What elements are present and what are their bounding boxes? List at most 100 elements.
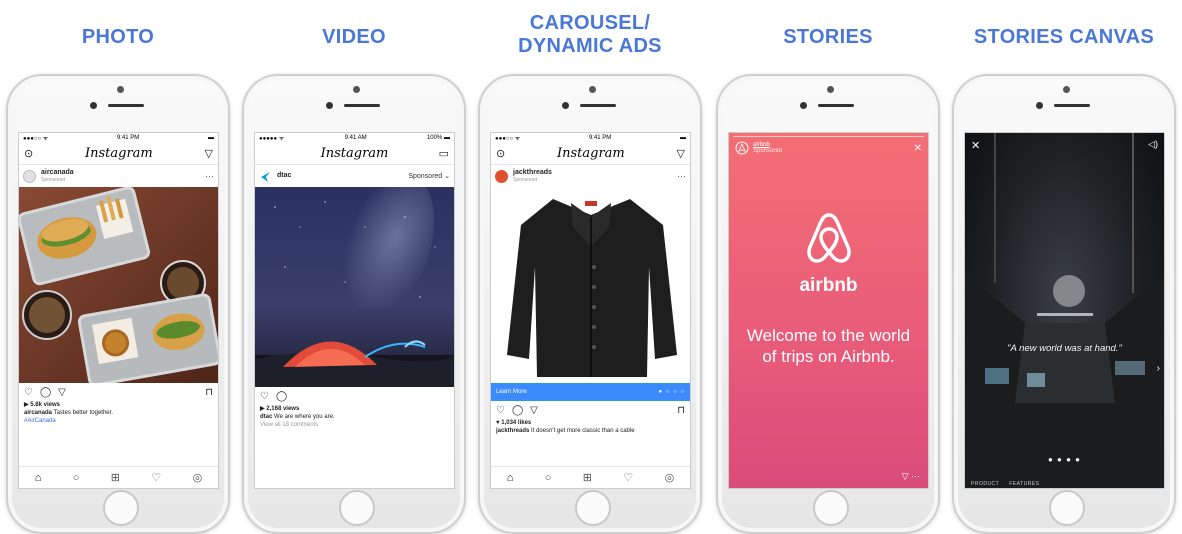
features-tab[interactable]: FEATURES xyxy=(1009,481,1039,487)
speaker xyxy=(1054,104,1090,107)
profile-icon[interactable]: ◎ xyxy=(665,471,675,484)
caption-username[interactable]: jackthreads xyxy=(496,428,529,434)
more-icon[interactable]: ··· xyxy=(205,171,214,181)
sponsored-label[interactable]: Sponsored ⌄ xyxy=(408,172,450,180)
canvas-labels: PRODUCT FEATURES xyxy=(971,481,1040,487)
airbnb-avatar-icon[interactable] xyxy=(735,141,749,155)
avatar[interactable] xyxy=(23,169,36,183)
battery-indicator: ▬ xyxy=(680,135,686,141)
speaker xyxy=(108,104,144,107)
heart-icon[interactable]: ♡ xyxy=(151,471,161,484)
stories-canvas-column: STORIES CANVAS ✕ ◁) "A new world was at … xyxy=(946,0,1182,534)
battery-indicator: ▬ xyxy=(208,135,214,141)
phone-screen: ●●●●● ᯤ 9:41 AM 100% ▬ Instagram ▭ dtac … xyxy=(254,132,455,489)
save-icon[interactable]: ⊓ xyxy=(677,405,685,416)
add-icon[interactable]: ⊞ xyxy=(583,471,592,484)
comment-icon[interactable]: ◯ xyxy=(512,405,523,416)
product-image[interactable] xyxy=(491,187,691,383)
like-icon[interactable]: ♡ xyxy=(496,405,505,416)
status-time: 9:41 AM xyxy=(344,135,367,141)
post-actions: ♡ ◯ ▽ ⊓ xyxy=(491,401,690,419)
instagram-logo: Instagram xyxy=(556,146,625,161)
avatar[interactable] xyxy=(495,169,508,183)
phone-frame: airbnb Sponsored ✕ airbnb Welcome to the… xyxy=(716,74,940,534)
inbox-icon[interactable]: ▭ xyxy=(439,147,449,160)
ig-header: ⊙ Instagram ▽ xyxy=(19,143,218,165)
like-icon[interactable]: ♡ xyxy=(24,387,33,398)
column-title: CAROUSEL/ DYNAMIC ADS xyxy=(472,12,708,58)
more-icon[interactable]: ··· xyxy=(677,171,686,181)
video-column: VIDEO ●●●●● ᯤ 9:41 AM 100% ▬ Instagram ▭… xyxy=(236,0,472,534)
home-button[interactable] xyxy=(339,490,375,526)
home-button[interactable] xyxy=(813,490,849,526)
comment-icon[interactable]: ◯ xyxy=(40,387,51,398)
comment-icon[interactable]: ◯ xyxy=(276,391,287,402)
status-time: 9:41 PM xyxy=(588,135,612,141)
ig-header: ⊙ Instagram ▽ xyxy=(491,143,690,165)
post-username[interactable]: jackthreads xyxy=(513,169,552,177)
caption-hashtag[interactable]: #AirCanada xyxy=(24,417,213,425)
add-icon[interactable]: ⊞ xyxy=(111,471,120,484)
status-bar: ●●●○○ ᯤ 9:41 PM ▬ xyxy=(19,133,218,143)
canvas-screen[interactable]: ✕ ◁) "A new world was at hand." › ● ● ● … xyxy=(964,132,1165,489)
phone-frame: ●●●○○ ᯤ 9:41 PM ▬ ⊙ Instagram ▽ jackthre… xyxy=(478,74,702,534)
home-button[interactable] xyxy=(103,490,139,526)
story-screen[interactable]: airbnb Sponsored ✕ airbnb Welcome to the… xyxy=(728,132,929,489)
caption-username[interactable]: aircanada xyxy=(24,410,52,416)
column-title: STORIES xyxy=(783,26,873,48)
caption-username[interactable]: dtac xyxy=(260,414,272,420)
share-icon[interactable]: ▽ xyxy=(530,405,538,416)
status-bar: ●●●●● ᯤ 9:41 AM 100% ▬ xyxy=(255,133,454,143)
warehouse-backdrop xyxy=(965,133,1164,488)
phone-screen: ●●●○○ ᯤ 9:41 PM ▬ ⊙ Instagram ▽ aircanad… xyxy=(18,132,219,489)
post-header: dtac Sponsored ⌄ xyxy=(255,165,454,187)
post-username[interactable]: dtac xyxy=(277,172,291,180)
post-sponsored: Sponsored xyxy=(513,177,538,183)
direct-icon[interactable]: ▽ xyxy=(677,147,685,160)
caption-text: Tastes better together. xyxy=(53,410,113,416)
view-comments-link[interactable]: View all 18 comments xyxy=(260,421,449,429)
search-icon[interactable]: ○ xyxy=(545,472,552,484)
story-direct-icon[interactable]: ▽ ··· xyxy=(902,471,920,482)
photo-column: PHOTO ●●●○○ ᯤ 9:41 PM ▬ ⊙ Instagram ▽ ai… xyxy=(0,0,236,534)
front-camera xyxy=(90,102,97,109)
front-camera xyxy=(326,102,333,109)
close-icon[interactable]: ✕ xyxy=(971,139,980,152)
column-title: PHOTO xyxy=(81,26,155,48)
volume-icon[interactable]: ◁) xyxy=(1148,139,1158,150)
dtac-logo-icon xyxy=(261,171,270,182)
profile-icon[interactable]: ◎ xyxy=(193,471,203,484)
earpiece xyxy=(117,86,124,93)
post-header: aircanada Sponsored ··· xyxy=(19,165,218,187)
camera-icon[interactable]: ⊙ xyxy=(496,147,505,160)
front-camera xyxy=(1036,102,1043,109)
save-icon[interactable]: ⊓ xyxy=(205,387,213,398)
views-count: ▶ 5.8k views xyxy=(24,402,60,408)
post-sponsored: Sponsored xyxy=(41,177,66,183)
airbnb-wordmark: airbnb xyxy=(799,275,858,296)
speaker xyxy=(580,104,616,107)
home-button[interactable] xyxy=(1049,490,1085,526)
search-icon[interactable]: ○ xyxy=(73,472,80,484)
phone-frame: ●●●○○ ᯤ 9:41 PM ▬ ⊙ Instagram ▽ aircanad… xyxy=(6,74,230,534)
home-button[interactable] xyxy=(575,490,611,526)
heart-icon[interactable]: ♡ xyxy=(623,471,633,484)
camera-icon[interactable]: ⊙ xyxy=(24,147,33,160)
direct-icon[interactable]: ▽ xyxy=(205,147,213,160)
product-tab[interactable]: PRODUCT xyxy=(971,481,999,487)
direct-icon[interactable]: ▽ xyxy=(902,471,909,481)
likes-count: ♥ 1,034 likes xyxy=(496,420,532,426)
home-icon[interactable]: ⌂ xyxy=(507,472,514,484)
video-frame[interactable] xyxy=(255,187,455,387)
share-icon[interactable]: ▽ xyxy=(58,387,66,398)
front-camera xyxy=(800,102,807,109)
earpiece xyxy=(589,86,596,93)
next-icon[interactable]: › xyxy=(1157,363,1160,374)
close-icon[interactable]: ✕ xyxy=(914,143,922,154)
tab-bar: ⌂ ○ ⊞ ♡ ◎ xyxy=(19,466,218,488)
battery-indicator: 100% ▬ xyxy=(426,135,450,141)
learn-more-button[interactable]: Learn More ● ○ ○ ○ xyxy=(491,383,690,401)
like-icon[interactable]: ♡ xyxy=(260,391,269,402)
post-username[interactable]: aircanada xyxy=(41,169,74,177)
home-icon[interactable]: ⌂ xyxy=(35,472,42,484)
